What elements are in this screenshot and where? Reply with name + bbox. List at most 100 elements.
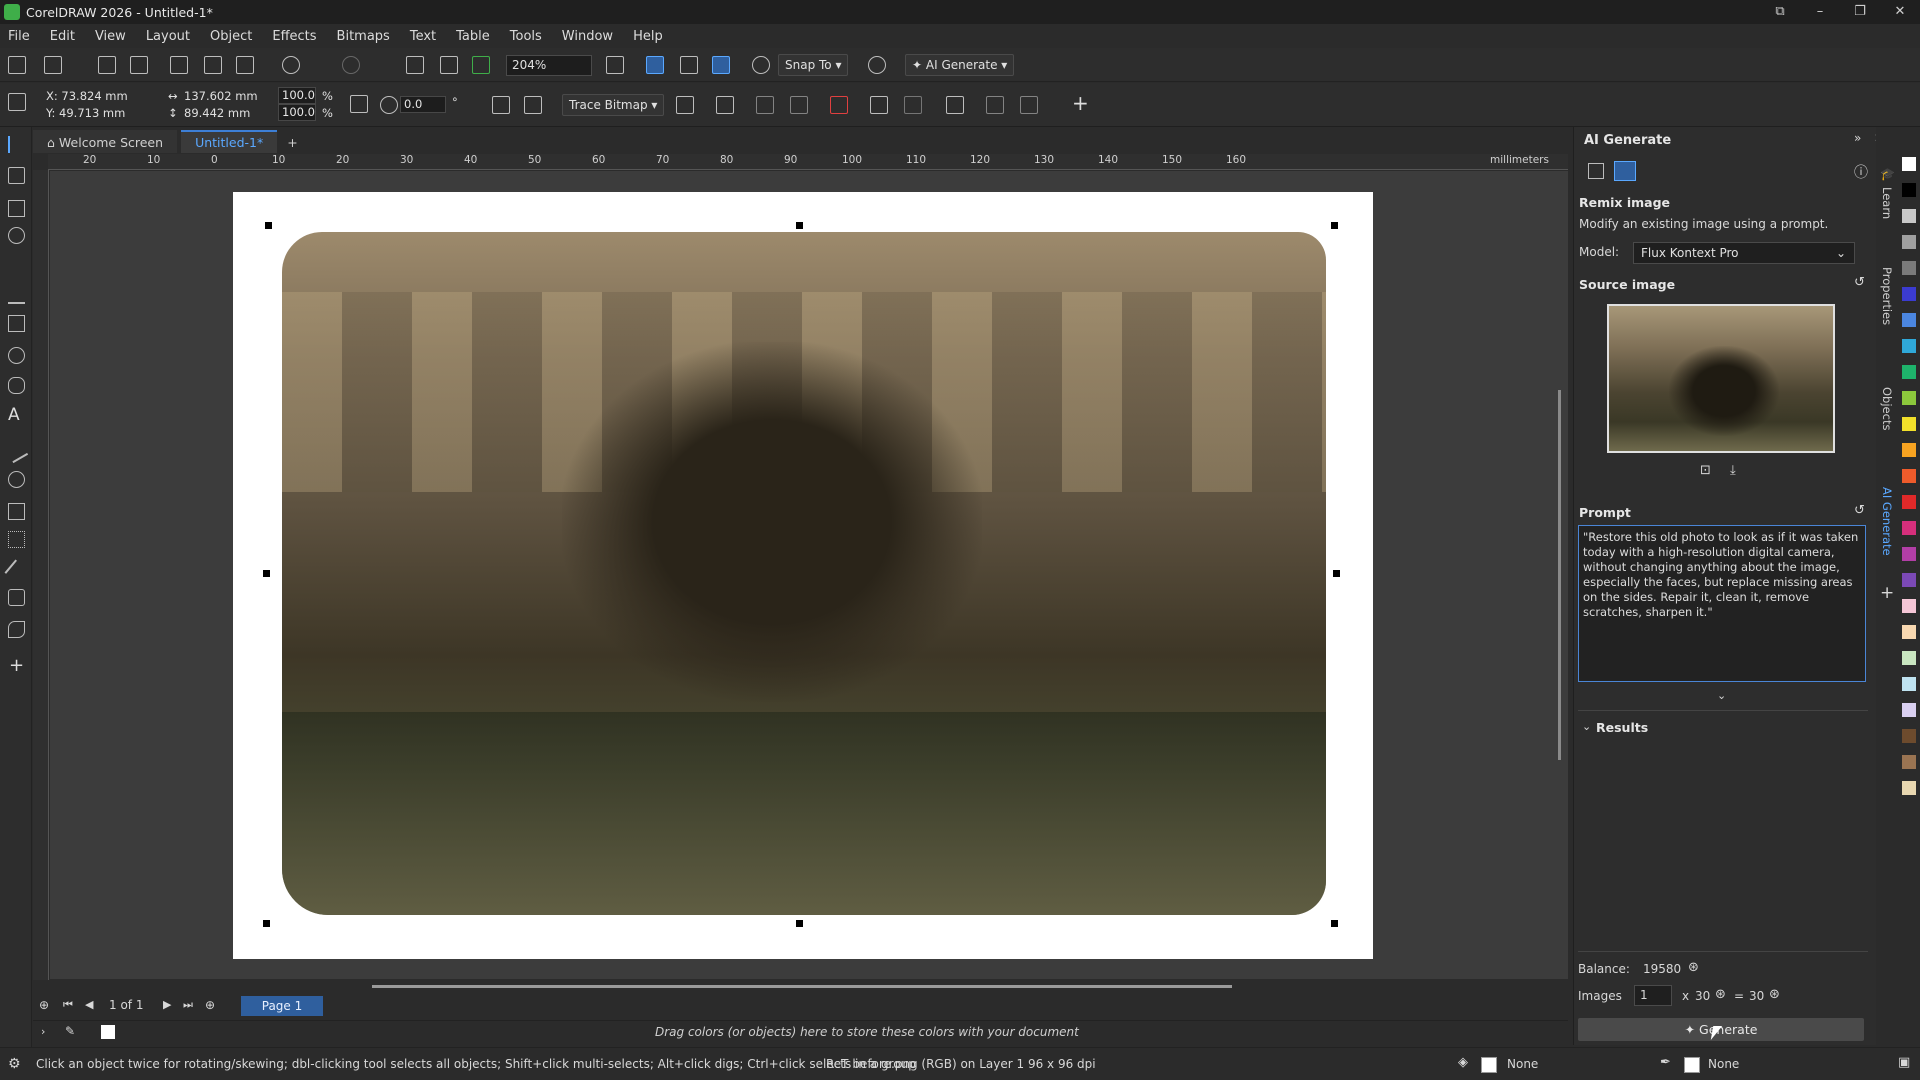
position-y[interactable]: Y: 49.713 mm (46, 105, 125, 121)
prompt-expand-icon[interactable]: ⌄ (1717, 689, 1726, 702)
color-swatch[interactable] (1902, 521, 1916, 535)
selection-handle[interactable] (796, 222, 803, 229)
horizontal-scrollbar[interactable] (372, 985, 1232, 988)
bitmap-size-icon[interactable] (790, 96, 808, 114)
color-swatch[interactable] (1902, 781, 1916, 795)
vertical-ruler[interactable] (33, 170, 49, 980)
copy-icon[interactable] (204, 56, 222, 74)
options-gear-icon[interactable] (868, 56, 886, 74)
side-tab-learn[interactable]: Learn (1880, 187, 1894, 219)
publish-pdf-icon[interactable] (472, 56, 490, 74)
mirror-vertical-icon[interactable] (524, 96, 542, 114)
ai-generate-button[interactable]: ✦ AI Generate ▾ (905, 54, 1015, 76)
color-swatch[interactable] (1902, 651, 1916, 665)
color-swatch[interactable] (1902, 235, 1916, 249)
import-source-icon[interactable]: ⤓ (1730, 463, 1736, 478)
color-swatch[interactable] (1902, 391, 1916, 405)
add-icon[interactable]: + (1072, 91, 1089, 115)
menu-effects[interactable]: Effects (272, 29, 316, 44)
bitmap-color-mask-icon[interactable] (830, 96, 848, 114)
text-tool-icon[interactable]: A (8, 405, 25, 425)
menu-layout[interactable]: Layout (146, 29, 190, 44)
info-icon[interactable]: ⓘ (1854, 162, 1868, 182)
new-tab-button[interactable]: + (281, 130, 303, 153)
color-swatch[interactable] (1902, 443, 1916, 457)
color-swatch[interactable] (1902, 495, 1916, 509)
menu-view[interactable]: View (95, 29, 126, 44)
undo-icon[interactable] (282, 56, 300, 74)
position-x[interactable]: X: 73.824 mm (46, 88, 128, 104)
tab-untitled-1[interactable]: Untitled-1* (181, 130, 278, 153)
save-icon[interactable] (98, 56, 116, 74)
color-swatch[interactable] (1902, 677, 1916, 691)
selection-handle[interactable] (1331, 920, 1338, 927)
show-guidelines-icon[interactable] (712, 56, 730, 74)
import-icon[interactable] (406, 56, 424, 74)
pick-tool-icon[interactable] (8, 136, 25, 153)
last-page-icon[interactable]: ⏭ (183, 998, 193, 1012)
vertical-scrollbar[interactable] (1558, 390, 1561, 760)
snap-magnet-icon[interactable] (752, 56, 770, 74)
fill-swatch[interactable] (1481, 1057, 1497, 1073)
color-swatch[interactable] (1902, 261, 1916, 275)
fill-icon[interactable]: ◈ (1458, 1055, 1468, 1070)
object-width[interactable]: 137.602 mm (184, 88, 258, 104)
color-swatch[interactable] (1902, 625, 1916, 639)
tab-welcome-screen[interactable]: ⌂ Welcome Screen (33, 130, 178, 153)
menu-object[interactable]: Object (210, 29, 252, 44)
color-swatch[interactable] (1902, 469, 1916, 483)
eyedropper-tool-icon[interactable] (4, 559, 29, 584)
outline-swatch[interactable] (1684, 1057, 1700, 1073)
side-tab-properties[interactable]: Properties (1880, 267, 1894, 325)
connector-tool-icon[interactable] (8, 471, 25, 488)
horizontal-ruler[interactable]: 20 10 0 10 20 30 40 50 60 70 80 90 100 1… (48, 154, 1568, 170)
scale-height[interactable]: 100.0 (278, 104, 316, 121)
remix-image-icon[interactable] (1614, 161, 1636, 181)
pick-source-icon[interactable]: ⊡ (1700, 463, 1711, 478)
to-front-icon[interactable] (986, 96, 1004, 114)
selection-handle[interactable] (796, 920, 803, 927)
link-icon[interactable] (904, 96, 922, 114)
menu-tools[interactable]: Tools (510, 29, 542, 44)
side-tab-ai-generate[interactable]: AI Generate (1880, 487, 1894, 556)
add-page-after-icon[interactable]: ⊕ (205, 998, 215, 1012)
maximize-button[interactable]: ❐ (1840, 0, 1880, 24)
rectangle-tool-icon[interactable] (8, 315, 25, 332)
selection-handle[interactable] (265, 222, 272, 229)
color-swatch[interactable] (1902, 417, 1916, 431)
document-palette-bar[interactable]: › ✎ Drag colors (or objects) here to sto… (33, 1020, 1568, 1044)
images-count-input[interactable]: 1 (1634, 985, 1672, 1006)
zoom-tool-icon[interactable] (8, 227, 25, 244)
close-button[interactable]: ✕ (1880, 0, 1920, 24)
shape-tool-icon[interactable] (8, 167, 25, 184)
vintage-photo-bitmap[interactable] (282, 232, 1326, 915)
menu-text[interactable]: Text (410, 29, 436, 44)
expand-icon[interactable]: › (41, 1025, 45, 1038)
crop-tool-icon[interactable] (8, 200, 25, 217)
color-swatch[interactable] (1902, 547, 1916, 561)
menu-help[interactable]: Help (633, 29, 663, 44)
learn-icon[interactable]: ⧉ (1760, 0, 1800, 24)
resample-icon[interactable] (756, 96, 774, 114)
model-select[interactable]: Flux Kontext Pro ⌄ (1633, 242, 1855, 264)
transparency-tool-icon[interactable] (8, 531, 25, 548)
lock-ratio-icon[interactable] (350, 95, 368, 113)
source-reset-icon[interactable]: ↺ (1854, 275, 1865, 290)
selection-handle[interactable] (263, 570, 270, 577)
color-swatch[interactable] (1902, 287, 1916, 301)
eyedropper-icon[interactable]: ✎ (65, 1024, 75, 1038)
selection-handle[interactable] (1331, 222, 1338, 229)
menu-file[interactable]: File (8, 29, 30, 44)
trace-bitmap-dropdown[interactable]: Trace Bitmap ▾ (562, 94, 665, 116)
text-to-image-icon[interactable] (1588, 163, 1604, 179)
drop-shadow-tool-icon[interactable] (8, 503, 25, 520)
prev-page-icon[interactable]: ◀ (85, 998, 93, 1011)
next-page-icon[interactable]: ▶ (163, 998, 171, 1011)
smart-fill-tool-icon[interactable] (8, 621, 25, 638)
cut-icon[interactable] (170, 56, 188, 74)
interactive-fill-tool-icon[interactable] (8, 589, 25, 606)
edit-bitmap-icon[interactable] (676, 96, 694, 114)
minimize-button[interactable]: – (1800, 0, 1840, 24)
selection-handle[interactable] (263, 920, 270, 927)
outline-pen-icon[interactable]: ✒ (1660, 1055, 1671, 1070)
